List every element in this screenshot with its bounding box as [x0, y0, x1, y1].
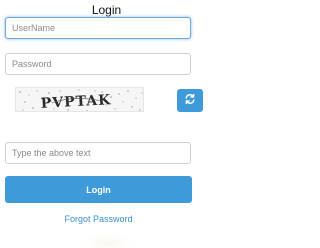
- captcha-refresh-button[interactable]: [177, 89, 203, 112]
- login-button[interactable]: Login: [5, 176, 192, 203]
- captcha-image: PVPTAK: [15, 87, 144, 112]
- username-input[interactable]: [5, 17, 191, 39]
- refresh-icon: [184, 93, 196, 108]
- login-title: Login: [91, 3, 122, 17]
- captcha-answer-input[interactable]: [5, 142, 191, 164]
- captcha-text: PVPTAK: [40, 92, 111, 112]
- decorative-glow: [80, 233, 134, 248]
- password-input[interactable]: [5, 53, 191, 75]
- captcha-noise-graphic: PVPTAK: [19, 89, 143, 112]
- forgot-password-link[interactable]: Forgot Password: [0, 213, 197, 225]
